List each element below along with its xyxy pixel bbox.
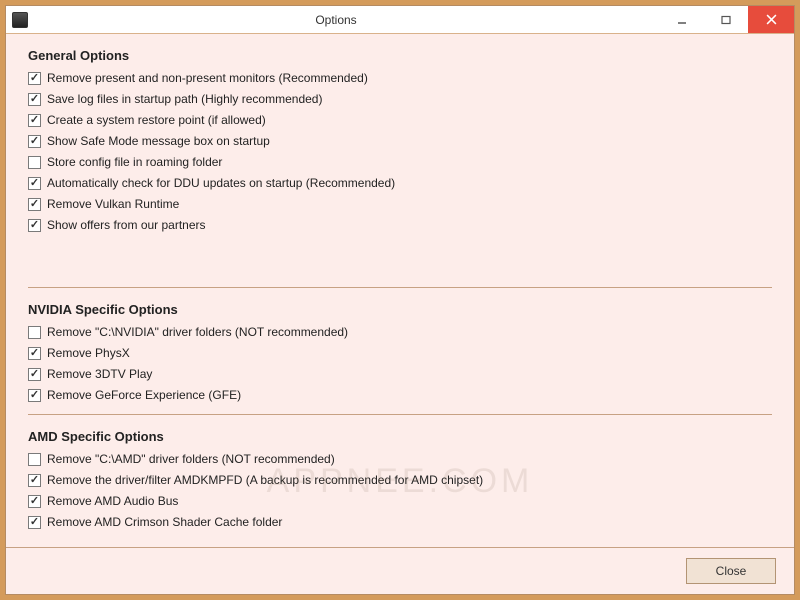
nvidia-option-label: Remove 3DTV Play [47, 365, 152, 383]
nvidia-checkbox[interactable] [28, 368, 41, 381]
general-checkbox[interactable] [28, 198, 41, 211]
amd-option-row: Remove AMD Audio Bus [28, 492, 772, 510]
general-option-label: Remove Vulkan Runtime [47, 195, 179, 213]
general-option-label: Show offers from our partners [47, 216, 206, 234]
maximize-button[interactable] [704, 6, 748, 33]
window-controls [660, 6, 794, 33]
close-icon [766, 14, 777, 25]
general-option-label: Remove present and non-present monitors … [47, 69, 368, 87]
amd-option-row: Remove AMD Crimson Shader Cache folder [28, 513, 772, 531]
general-option-row: Automatically check for DDU updates on s… [28, 174, 772, 192]
general-checkbox[interactable] [28, 177, 41, 190]
content-area: General Options Remove present and non-p… [6, 34, 794, 547]
amd-option-row: Remove "C:\AMD" driver folders (NOT reco… [28, 450, 772, 468]
window-title: Options [12, 13, 660, 27]
general-checkbox[interactable] [28, 219, 41, 232]
nvidia-option-label: Remove GeForce Experience (GFE) [47, 386, 241, 404]
maximize-icon [721, 15, 731, 25]
amd-options-group: Remove "C:\AMD" driver folders (NOT reco… [28, 450, 772, 531]
general-checkbox[interactable] [28, 156, 41, 169]
separator [28, 287, 772, 288]
nvidia-option-row: Remove "C:\NVIDIA" driver folders (NOT r… [28, 323, 772, 341]
titlebar: Options [6, 6, 794, 34]
general-option-label: Save log files in startup path (Highly r… [47, 90, 322, 108]
nvidia-section-title: NVIDIA Specific Options [28, 302, 772, 317]
minimize-icon [677, 15, 687, 25]
nvidia-option-label: Remove PhysX [47, 344, 130, 362]
window-close-button[interactable] [748, 6, 794, 33]
amd-option-label: Remove AMD Audio Bus [47, 492, 178, 510]
general-option-row: Remove present and non-present monitors … [28, 69, 772, 87]
amd-section-title: AMD Specific Options [28, 429, 772, 444]
general-option-row: Store config file in roaming folder [28, 153, 772, 171]
general-option-label: Automatically check for DDU updates on s… [47, 174, 395, 192]
general-option-row: Show Safe Mode message box on startup [28, 132, 772, 150]
general-option-row: Save log files in startup path (Highly r… [28, 90, 772, 108]
general-checkbox[interactable] [28, 72, 41, 85]
general-option-row: Show offers from our partners [28, 216, 772, 234]
general-option-row: Remove Vulkan Runtime [28, 195, 772, 213]
nvidia-option-row: Remove PhysX [28, 344, 772, 362]
footer: Close [6, 547, 794, 594]
amd-option-label: Remove "C:\AMD" driver folders (NOT reco… [47, 450, 335, 468]
nvidia-checkbox[interactable] [28, 347, 41, 360]
amd-option-row: Remove the driver/filter AMDKMPFD (A bac… [28, 471, 772, 489]
general-option-label: Show Safe Mode message box on startup [47, 132, 270, 150]
amd-option-label: Remove AMD Crimson Shader Cache folder [47, 513, 282, 531]
amd-checkbox[interactable] [28, 495, 41, 508]
nvidia-option-row: Remove GeForce Experience (GFE) [28, 386, 772, 404]
general-checkbox[interactable] [28, 114, 41, 127]
amd-checkbox[interactable] [28, 516, 41, 529]
nvidia-options-group: Remove "C:\NVIDIA" driver folders (NOT r… [28, 323, 772, 404]
general-option-row: Create a system restore point (if allowe… [28, 111, 772, 129]
nvidia-checkbox[interactable] [28, 389, 41, 402]
nvidia-option-row: Remove 3DTV Play [28, 365, 772, 383]
general-section-title: General Options [28, 48, 772, 63]
minimize-button[interactable] [660, 6, 704, 33]
nvidia-checkbox[interactable] [28, 326, 41, 339]
general-option-label: Create a system restore point (if allowe… [47, 111, 266, 129]
amd-checkbox[interactable] [28, 474, 41, 487]
close-button[interactable]: Close [686, 558, 776, 584]
separator [28, 414, 772, 415]
nvidia-option-label: Remove "C:\NVIDIA" driver folders (NOT r… [47, 323, 348, 341]
options-window: Options General Options Remove present a… [5, 5, 795, 595]
general-checkbox[interactable] [28, 135, 41, 148]
general-option-label: Store config file in roaming folder [47, 153, 222, 171]
general-checkbox[interactable] [28, 93, 41, 106]
amd-checkbox[interactable] [28, 453, 41, 466]
general-options-group: Remove present and non-present monitors … [28, 69, 772, 234]
amd-option-label: Remove the driver/filter AMDKMPFD (A bac… [47, 471, 483, 489]
